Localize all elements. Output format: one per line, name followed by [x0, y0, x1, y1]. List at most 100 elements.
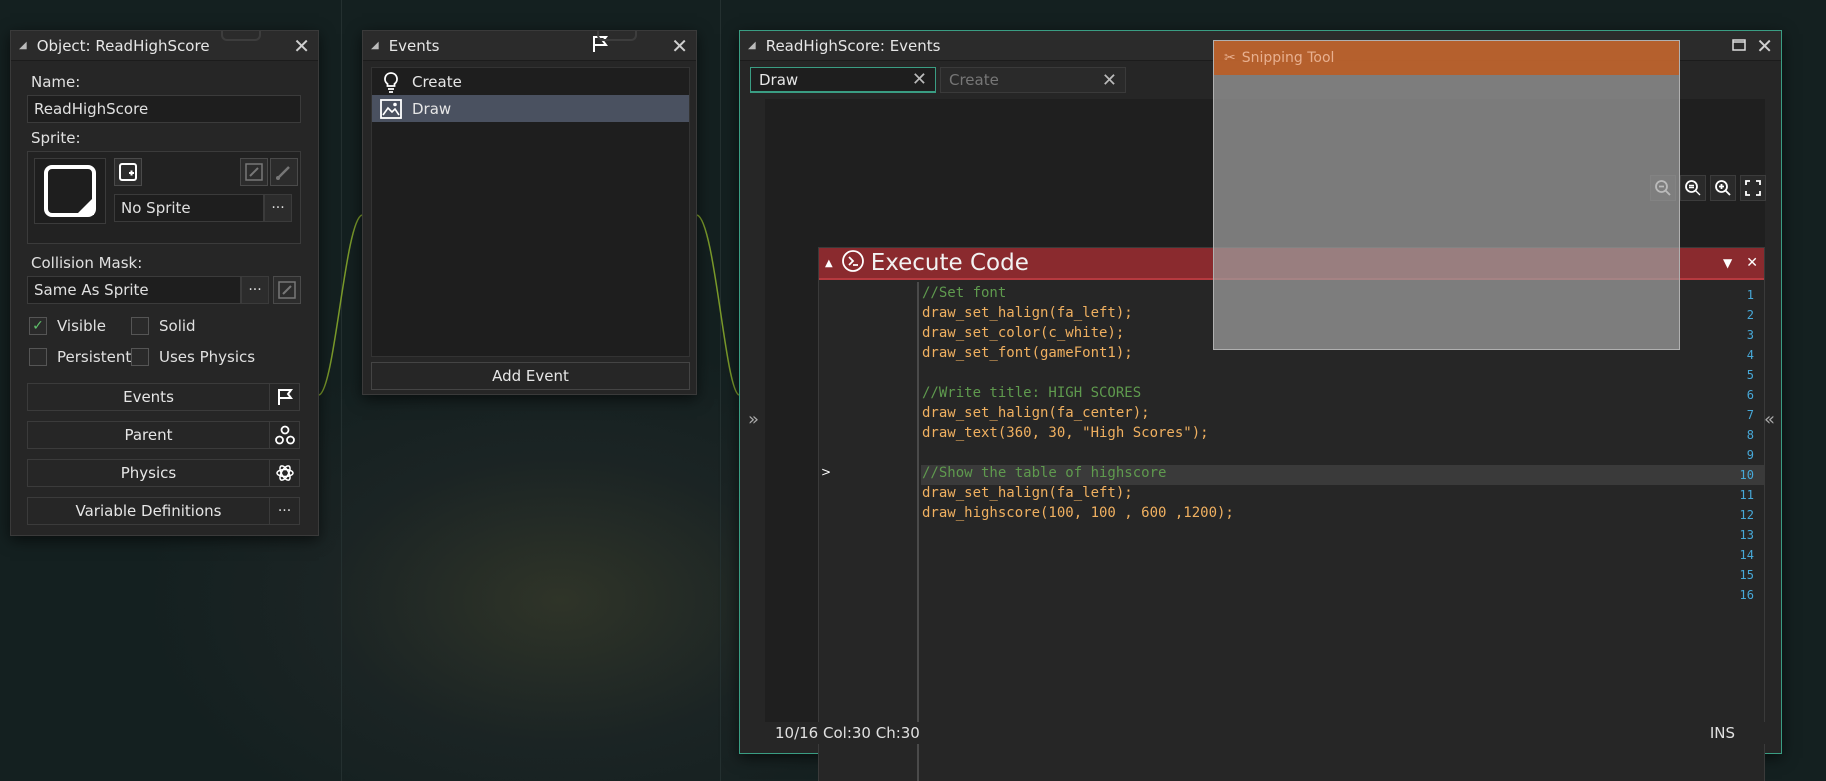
- events-window: ◢ Events ✕ Create Draw Add Event: [362, 30, 697, 395]
- dropdown-icon[interactable]: ▼: [1723, 256, 1732, 270]
- line-number: 11: [1739, 488, 1754, 502]
- add-event-button[interactable]: Add Event: [371, 362, 690, 390]
- tab-label: Draw: [759, 70, 799, 89]
- edit-image-icon: [278, 281, 296, 299]
- snipping-tool-icon: ✂: [1224, 50, 1236, 66]
- close-icon[interactable]: ✕: [671, 36, 688, 56]
- tab-close-icon[interactable]: ✕: [1102, 70, 1117, 91]
- zoom-in-icon[interactable]: [1710, 175, 1736, 201]
- code-line: draw_text(360, 30, "High Scores");: [922, 425, 1209, 441]
- line-number: 10: [1739, 468, 1754, 482]
- physics-button[interactable]: Physics: [27, 459, 300, 487]
- paint-sprite-button[interactable]: [270, 158, 298, 186]
- current-line-marker-icon: >: [821, 465, 832, 479]
- code-line: draw_set_halign(fa_left);: [922, 485, 1133, 501]
- line-number: 12: [1739, 508, 1754, 522]
- titlebar-notch: [597, 31, 637, 41]
- flag-icon: [269, 384, 299, 410]
- collision-mask-browse-button[interactable]: ···: [241, 276, 269, 304]
- event-item-draw[interactable]: Draw: [372, 95, 689, 122]
- event-tabs: Draw ✕ Create ✕: [750, 67, 1130, 93]
- name-label: Name:: [31, 73, 81, 91]
- maximize-icon[interactable]: [1732, 37, 1746, 55]
- zoom-reset-icon[interactable]: [1680, 175, 1706, 201]
- object-window-titlebar[interactable]: ◢ Object: ReadHighScore ✕: [11, 31, 318, 61]
- line-number: 13: [1739, 528, 1754, 542]
- sprite-placeholder-icon: [44, 165, 96, 217]
- line-number: 7: [1746, 408, 1754, 422]
- events-button-label: Events: [123, 388, 174, 406]
- code-line: //Write title: HIGH SCORES: [922, 385, 1142, 401]
- collapse-icon[interactable]: ◢: [748, 40, 756, 51]
- insert-mode: INS: [1709, 724, 1735, 742]
- solid-label: Solid: [159, 317, 196, 335]
- fit-view-icon[interactable]: [1740, 175, 1766, 201]
- more-icon: ···: [269, 498, 299, 524]
- persistent-label: Persistent: [57, 348, 132, 366]
- parent-button-label: Parent: [124, 426, 173, 444]
- checkbox-box: [131, 348, 149, 366]
- events-button[interactable]: Events: [27, 383, 300, 411]
- code-line: draw_set_halign(fa_left);: [922, 305, 1133, 321]
- line-number-gutter: >: [819, 282, 919, 781]
- titlebar-notch: [221, 31, 261, 41]
- picture-icon: [378, 98, 404, 119]
- snipping-tool-overlay[interactable]: ✂ Snipping Tool: [1213, 40, 1680, 350]
- events-window-title: Events: [388, 36, 440, 55]
- sprite-panel: No Sprite ···: [27, 151, 301, 244]
- line-number: 5: [1746, 368, 1754, 382]
- events-window-titlebar[interactable]: ◢ Events ✕: [363, 31, 696, 61]
- solid-checkbox[interactable]: Solid: [131, 317, 196, 335]
- tab-close-icon[interactable]: ✕: [912, 69, 927, 90]
- collapse-icon[interactable]: ◢: [19, 40, 27, 51]
- close-icon[interactable]: ✕: [1756, 36, 1773, 56]
- code-line: //Set font: [922, 285, 1007, 301]
- new-sprite-icon: [119, 163, 137, 181]
- persistent-checkbox[interactable]: Persistent: [29, 348, 131, 366]
- tab-create[interactable]: Create ✕: [940, 67, 1126, 93]
- snipping-tool-titlebar[interactable]: ✂ Snipping Tool: [1214, 41, 1679, 75]
- sprite-browse-button[interactable]: ···: [264, 194, 292, 222]
- visible-checkbox[interactable]: ✓ Visible: [29, 317, 106, 335]
- new-sprite-button[interactable]: [114, 158, 142, 186]
- edit-collision-mask-button[interactable]: [273, 276, 301, 304]
- code-editor[interactable]: > 1 2 3 4 5 6 7 8 9 10 11 12 13 14 15 16…: [819, 282, 1764, 781]
- code-line: draw_set_font(gameFont1);: [922, 345, 1133, 361]
- event-item-create[interactable]: Create: [372, 68, 689, 95]
- collapse-icon[interactable]: ◢: [371, 40, 379, 51]
- code-line: draw_set_halign(fa_center);: [922, 405, 1150, 421]
- lightbulb-icon: [378, 71, 404, 93]
- code-line: draw_set_color(c_white);: [922, 325, 1125, 341]
- brush-icon: [276, 166, 290, 180]
- sprite-preview[interactable]: [34, 158, 106, 224]
- events-list: Create Draw: [371, 67, 690, 357]
- snipping-tool-title: Snipping Tool: [1241, 50, 1335, 66]
- uses-physics-checkbox[interactable]: Uses Physics: [131, 348, 255, 366]
- line-number: 14: [1739, 548, 1754, 562]
- tab-label: Create: [949, 71, 999, 89]
- code-line: //Show the table of highscore: [922, 465, 1167, 481]
- variable-definitions-label: Variable Definitions: [75, 502, 222, 520]
- line-number: 2: [1746, 308, 1754, 322]
- variable-definitions-button[interactable]: Variable Definitions ···: [27, 497, 300, 525]
- name-input[interactable]: ReadHighScore: [27, 95, 301, 123]
- collision-mask-label: Collision Mask:: [31, 254, 143, 272]
- line-number: 15: [1739, 568, 1754, 582]
- terminal-icon: [841, 249, 865, 277]
- checkbox-box: [131, 317, 149, 335]
- parent-button[interactable]: Parent: [27, 421, 300, 449]
- collision-mask-select[interactable]: Same As Sprite: [27, 276, 241, 304]
- code-line: draw_highscore(100, 100 , 600 ,1200);: [922, 505, 1234, 521]
- uses-physics-label: Uses Physics: [159, 348, 256, 366]
- close-icon[interactable]: ✕: [1746, 255, 1758, 271]
- sprite-select[interactable]: No Sprite: [114, 194, 264, 222]
- close-icon[interactable]: ✕: [293, 36, 310, 56]
- collapse-icon[interactable]: ▲: [825, 258, 833, 269]
- event-item-label: Draw: [412, 99, 452, 118]
- hierarchy-icon: [269, 422, 299, 448]
- expand-left-icon[interactable]: »: [748, 409, 759, 430]
- expand-right-icon[interactable]: «: [1764, 409, 1775, 430]
- tab-draw[interactable]: Draw ✕: [750, 67, 936, 93]
- edit-sprite-button[interactable]: [240, 158, 268, 186]
- physics-button-label: Physics: [120, 464, 177, 482]
